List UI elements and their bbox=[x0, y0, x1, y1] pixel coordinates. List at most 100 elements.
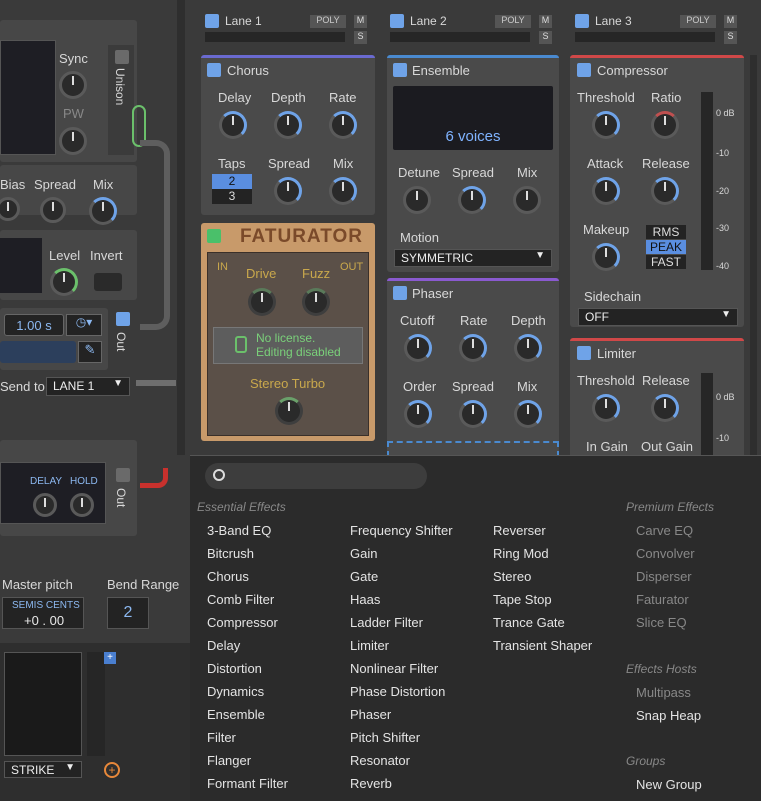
vertical-scrollbar-left[interactable] bbox=[177, 0, 185, 455]
menu-item[interactable]: New Group bbox=[636, 777, 702, 792]
invert-toggle[interactable] bbox=[94, 273, 122, 291]
spread-knob[interactable] bbox=[40, 197, 66, 223]
release-knob[interactable] bbox=[651, 177, 679, 205]
unison-checkbox[interactable] bbox=[115, 50, 129, 64]
sync-knob[interactable] bbox=[59, 71, 87, 99]
chorus-rate-knob[interactable] bbox=[329, 111, 357, 139]
limiter-checkbox[interactable] bbox=[577, 346, 591, 360]
stereo-turbo-knob[interactable] bbox=[275, 397, 303, 425]
menu-item[interactable]: Gain bbox=[350, 546, 377, 561]
menu-item[interactable]: Disperser bbox=[636, 569, 692, 584]
lane1-solo[interactable]: S bbox=[354, 31, 367, 44]
menu-item[interactable]: Slice EQ bbox=[636, 615, 687, 630]
menu-item[interactable]: Formant Filter bbox=[207, 776, 288, 791]
menu-item[interactable]: Bitcrush bbox=[207, 546, 254, 561]
strike-dropdown[interactable]: STRIKE ▼ bbox=[4, 761, 82, 778]
drive-knob[interactable] bbox=[248, 288, 276, 316]
menu-item[interactable]: Flanger bbox=[207, 753, 251, 768]
cutoff-knob[interactable] bbox=[404, 334, 432, 362]
faturator-checkbox[interactable] bbox=[207, 229, 221, 243]
menu-item[interactable]: Phase Distortion bbox=[350, 684, 445, 699]
phaser-rate-knob[interactable] bbox=[459, 334, 487, 362]
menu-item[interactable]: Trance Gate bbox=[493, 615, 565, 630]
menu-item[interactable]: Stereo bbox=[493, 569, 531, 584]
order-knob[interactable] bbox=[404, 400, 432, 428]
chorus-checkbox[interactable] bbox=[207, 63, 221, 77]
chorus-spread-knob[interactable] bbox=[274, 177, 302, 205]
menu-item[interactable]: Limiter bbox=[350, 638, 389, 653]
mode-peak[interactable]: PEAK bbox=[646, 240, 686, 254]
menu-item[interactable]: Delay bbox=[207, 638, 240, 653]
lane2-mute[interactable]: M bbox=[539, 15, 552, 28]
level-knob[interactable] bbox=[50, 268, 78, 296]
menu-item[interactable]: Frequency Shifter bbox=[350, 523, 453, 538]
ensemble-mix-knob[interactable] bbox=[513, 186, 541, 214]
menu-item[interactable]: Nonlinear Filter bbox=[350, 661, 438, 676]
search-input[interactable] bbox=[232, 466, 422, 486]
menu-item[interactable]: Multipass bbox=[636, 685, 691, 700]
wheel-plus-icon[interactable]: + bbox=[104, 652, 116, 664]
pitch-wheel[interactable] bbox=[87, 652, 105, 756]
menu-item[interactable]: Gate bbox=[350, 569, 378, 584]
ensemble-detune-knob[interactable] bbox=[403, 186, 431, 214]
vertical-scrollbar-right[interactable] bbox=[750, 55, 757, 455]
mode-fast[interactable]: FAST bbox=[646, 255, 686, 269]
menu-item[interactable]: Convolver bbox=[636, 546, 695, 561]
menu-item[interactable]: Transient Shaper bbox=[493, 638, 592, 653]
lane3-mute[interactable]: M bbox=[724, 15, 737, 28]
menu-item[interactable]: Snap Heap bbox=[636, 708, 701, 723]
mode-rms[interactable]: RMS bbox=[646, 225, 686, 239]
motion-dropdown[interactable]: SYMMETRIC ▼ bbox=[394, 249, 552, 267]
send-to-dropdown[interactable]: LANE 1 ▼ bbox=[46, 377, 130, 396]
menu-item[interactable]: 3-Band EQ bbox=[207, 523, 271, 538]
menu-item[interactable]: Ring Mod bbox=[493, 546, 549, 561]
limiter-release-knob[interactable] bbox=[651, 394, 679, 422]
phaser-depth-knob[interactable] bbox=[514, 334, 542, 362]
taps-option-2[interactable]: 2 bbox=[212, 174, 252, 189]
lane3-solo[interactable]: S bbox=[724, 31, 737, 44]
menu-item[interactable]: Carve EQ bbox=[636, 523, 693, 538]
lane3-poly[interactable]: POLY bbox=[680, 15, 716, 28]
phaser-mix-knob[interactable] bbox=[514, 400, 542, 428]
pw-knob[interactable] bbox=[59, 127, 87, 155]
limiter-threshold-knob[interactable] bbox=[592, 394, 620, 422]
fuzz-knob[interactable] bbox=[302, 288, 330, 316]
time-mode-button[interactable]: ◷▾ bbox=[66, 314, 102, 336]
compressor-checkbox[interactable] bbox=[577, 63, 591, 77]
menu-item[interactable]: Filter bbox=[207, 730, 236, 745]
menu-item[interactable]: Faturator bbox=[636, 592, 689, 607]
out-checkbox[interactable] bbox=[116, 312, 130, 326]
phaser-checkbox[interactable] bbox=[393, 286, 407, 300]
sidechain-dropdown[interactable]: OFF ▼ bbox=[578, 308, 738, 326]
menu-item[interactable]: Phaser bbox=[350, 707, 391, 722]
menu-item[interactable]: Reverb bbox=[350, 776, 392, 791]
lane2-poly[interactable]: POLY bbox=[495, 15, 531, 28]
makeup-knob[interactable] bbox=[592, 243, 620, 271]
menu-item[interactable]: Haas bbox=[350, 592, 380, 607]
pitch-value[interactable]: +0 . 00 bbox=[24, 613, 64, 628]
menu-item[interactable]: Compressor bbox=[207, 615, 278, 630]
menu-item[interactable]: Pitch Shifter bbox=[350, 730, 420, 745]
ensemble-spread-knob[interactable] bbox=[458, 186, 486, 214]
edit-icon[interactable]: ✎ bbox=[78, 341, 102, 363]
time-slider[interactable] bbox=[0, 341, 76, 363]
attack-knob[interactable] bbox=[592, 177, 620, 205]
lane1-poly[interactable]: POLY bbox=[310, 15, 346, 28]
hold-knob[interactable] bbox=[70, 493, 94, 517]
taps-option-3[interactable]: 3 bbox=[212, 189, 252, 204]
chorus-mix-knob[interactable] bbox=[329, 177, 357, 205]
bend-range-value[interactable]: 2 bbox=[107, 597, 149, 629]
ensemble-checkbox[interactable] bbox=[393, 63, 407, 77]
bias-knob[interactable] bbox=[0, 197, 20, 221]
menu-item[interactable]: Comb Filter bbox=[207, 592, 274, 607]
menu-item[interactable]: Tape Stop bbox=[493, 592, 552, 607]
menu-item[interactable]: Dynamics bbox=[207, 684, 264, 699]
menu-item[interactable]: Chorus bbox=[207, 569, 249, 584]
lane2-solo[interactable]: S bbox=[539, 31, 552, 44]
delay-knob[interactable] bbox=[33, 493, 57, 517]
chorus-depth-knob[interactable] bbox=[274, 111, 302, 139]
lane1-mute[interactable]: M bbox=[354, 15, 367, 28]
mix-knob[interactable] bbox=[89, 197, 117, 225]
add-icon[interactable]: + bbox=[104, 762, 120, 778]
lane3-checkbox[interactable] bbox=[575, 14, 589, 28]
